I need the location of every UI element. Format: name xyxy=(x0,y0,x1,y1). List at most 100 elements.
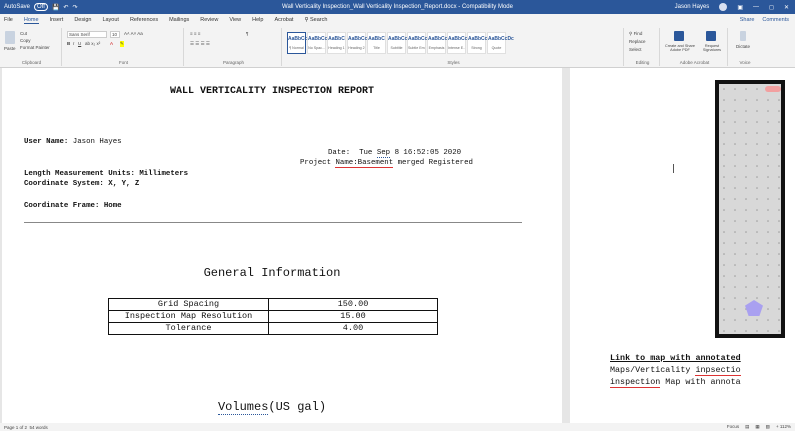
style-normal[interactable]: AaBbCcDc ¶ Normal xyxy=(287,32,314,54)
page-count[interactable]: Page 1 of 2 xyxy=(4,425,27,430)
font-color-icon[interactable]: A xyxy=(110,41,113,46)
tab-insert[interactable]: Insert xyxy=(50,17,64,23)
map-path-part: Maps/Verticality xyxy=(610,365,691,375)
font-group: Sans Serif 10 A˄ A˅ Aa B I U ab x₂ x² A … xyxy=(64,28,184,66)
strikethrough-icon[interactable]: ab x₂ x² xyxy=(85,41,100,46)
adobe-label: Adobe Acrobat xyxy=(679,60,710,65)
date-month: Sep xyxy=(376,149,391,158)
underline-icon[interactable]: U xyxy=(78,41,81,46)
tab-review[interactable]: Review xyxy=(200,17,218,23)
redo-icon[interactable]: ↷ xyxy=(72,4,77,11)
document-area[interactable]: WALL VERTICALITY INSPECTION REPORT User … xyxy=(0,68,795,423)
volumes-title: Volumes xyxy=(217,400,269,415)
styles-label: Styles xyxy=(447,60,460,65)
dictate-button[interactable]: Dictate xyxy=(736,44,750,49)
ribbon-display-icon[interactable]: ▣ xyxy=(737,4,743,11)
user-name[interactable]: Jason Hayes xyxy=(675,4,710,10)
tab-acrobat[interactable]: Acrobat xyxy=(274,17,293,23)
tab-references[interactable]: References xyxy=(130,17,158,23)
zoom-level[interactable]: + 112% xyxy=(776,424,791,430)
style-emphasis[interactable]: AaBbCcDc Emphasis xyxy=(427,32,454,54)
inspection-map-image[interactable] xyxy=(715,80,785,338)
table-cell-label: Tolerance xyxy=(108,322,269,335)
select-button[interactable]: Select xyxy=(629,47,642,52)
map-link[interactable]: Link to map with annotated xyxy=(610,353,741,363)
minimize-icon[interactable]: — xyxy=(753,4,759,10)
paste-button[interactable]: Paste xyxy=(4,46,16,51)
pilcrow-icon[interactable]: ¶ xyxy=(246,31,248,36)
focus-button[interactable]: Focus xyxy=(727,424,739,430)
style-strong[interactable]: AaBbCcDc Strong xyxy=(467,32,494,54)
request-signatures-button[interactable]: Request Signatures xyxy=(698,44,726,52)
format-painter-button[interactable]: Format Painter xyxy=(20,45,50,50)
print-layout-icon[interactable]: ▦ xyxy=(755,424,759,430)
style-no-spacing[interactable]: AaBbCcDc No Spac... xyxy=(307,32,334,54)
bold-icon[interactable]: B xyxy=(67,41,70,46)
read-mode-icon[interactable]: ▤ xyxy=(745,424,749,430)
tab-view[interactable]: View xyxy=(229,17,241,23)
grow-font-icon[interactable]: A˄ A˅ Aa xyxy=(124,31,143,36)
request-signatures-icon[interactable] xyxy=(706,31,716,41)
copy-button[interactable]: Copy xyxy=(20,38,31,43)
microphone-icon[interactable] xyxy=(740,31,746,41)
highlight-icon[interactable]: ✎ xyxy=(120,41,124,47)
coord-frame-line: Coordinate Frame: Home xyxy=(24,202,122,210)
tab-mailings[interactable]: Mailings xyxy=(169,17,189,23)
align-icon[interactable]: ☰ ☰ ☰ ☰ xyxy=(190,41,210,47)
tab-help[interactable]: Help xyxy=(252,17,263,23)
map-dot-grid xyxy=(719,84,781,334)
find-button[interactable]: ⚲ Find xyxy=(629,31,642,37)
style-heading-2[interactable]: AaBbCc Heading 2 xyxy=(347,32,367,54)
search-label: Search xyxy=(310,17,328,23)
coord-system-line: Coordinate System: X, Y, Z xyxy=(24,180,140,188)
clipboard-group: Paste Cut Copy Format Painter Clipboard xyxy=(2,28,62,66)
search-box[interactable]: ⚲ Search xyxy=(304,17,327,23)
volumes-heading: Volumes(US gal) xyxy=(2,400,542,415)
share-button[interactable]: Share xyxy=(740,17,755,23)
comments-button[interactable]: Comments xyxy=(762,17,789,23)
general-information-heading: General Information xyxy=(203,266,341,280)
style-title[interactable]: AaBbC Title xyxy=(367,32,386,54)
autosave-toggle[interactable]: Off xyxy=(34,3,48,11)
map-path-line-2: inspection Map with annota xyxy=(610,377,741,388)
paragraph-group: ≡ ≡ ≡ ☰ ☰ ☰ ☰ ¶ Paragraph xyxy=(186,28,282,66)
style-subtitle[interactable]: AaBbCcD Subtitle xyxy=(387,32,411,54)
voice-group: Dictate Voice xyxy=(730,28,760,66)
voice-label: Voice xyxy=(739,60,751,65)
tab-design[interactable]: Design xyxy=(74,17,91,23)
tab-home[interactable]: Home xyxy=(23,17,39,24)
table-cell-value: 15.00 xyxy=(268,310,438,323)
tab-layout[interactable]: Layout xyxy=(102,17,119,23)
user-name-line: User Name: Jason Hayes xyxy=(24,138,122,146)
page-2[interactable]: Link to map with annotated Maps/Vertical… xyxy=(570,68,795,423)
style-heading-1[interactable]: AaBbC Heading 1 xyxy=(327,32,346,54)
font-size-select[interactable]: 10 xyxy=(110,31,120,38)
status-bar: Page 1 of 2 54 words Focus ▤ ▦ ▧ + 112% xyxy=(0,423,795,431)
italic-icon[interactable]: I xyxy=(73,41,74,46)
paragraph-label: Paragraph xyxy=(222,60,244,65)
bullets-icon[interactable]: ≡ ≡ ≡ xyxy=(190,31,200,36)
cut-button[interactable]: Cut xyxy=(20,31,27,36)
autosave-label: AutoSave xyxy=(4,4,31,10)
web-layout-icon[interactable]: ▧ xyxy=(766,424,770,430)
page-1[interactable]: WALL VERTICALITY INSPECTION REPORT User … xyxy=(2,68,562,423)
style-quote[interactable]: AaBbCcDc Quote xyxy=(487,32,514,54)
clipboard-label: Clipboard xyxy=(21,60,42,65)
create-pdf-icon[interactable] xyxy=(674,31,684,41)
paste-icon[interactable] xyxy=(5,31,15,44)
save-icon[interactable]: 💾 xyxy=(52,4,59,11)
style-intense-emphasis[interactable]: AaBbCcDc Intense E... xyxy=(447,32,474,54)
date-line: Date: Tue Sep 8 16:52:05 2020 xyxy=(328,149,461,158)
avatar[interactable] xyxy=(719,3,728,11)
tab-file[interactable]: File xyxy=(4,17,13,23)
undo-icon[interactable]: ↶ xyxy=(63,4,68,11)
create-pdf-button[interactable]: Create and Share Adobe PDF xyxy=(664,44,696,52)
font-family-select[interactable]: Sans Serif xyxy=(67,31,107,38)
project-label: Project xyxy=(300,159,332,167)
style-subtle-emphasis[interactable]: AaBbCcDcSubtle Em... xyxy=(407,32,434,54)
map-red-region xyxy=(765,86,781,92)
word-count[interactable]: 54 words xyxy=(30,425,48,430)
close-icon[interactable]: ✕ xyxy=(784,4,789,11)
maximize-icon[interactable]: ◻ xyxy=(769,4,774,11)
replace-button[interactable]: Replace xyxy=(629,39,646,44)
